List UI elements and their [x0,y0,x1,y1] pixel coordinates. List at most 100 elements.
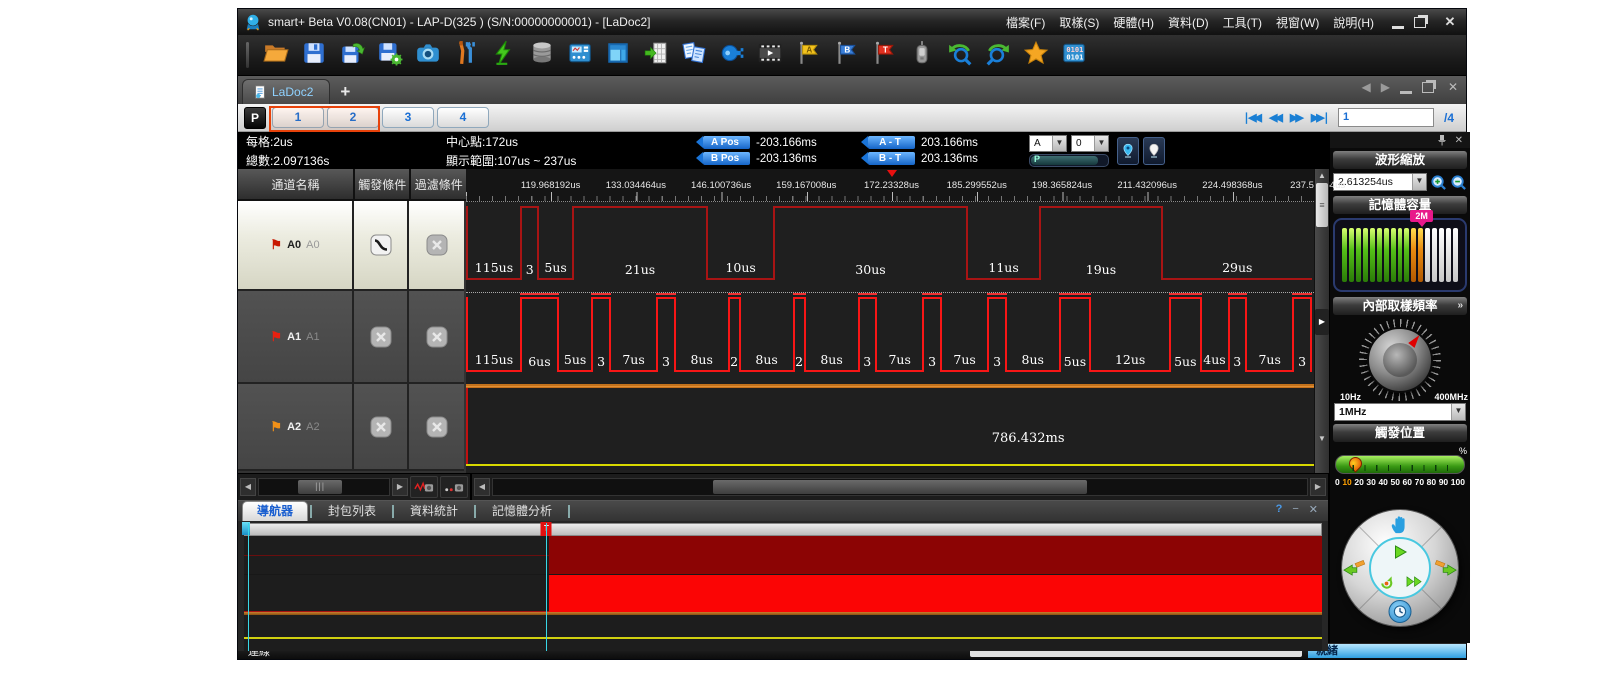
frequency-combo[interactable]: 1MHz▼ [1334,403,1466,421]
menu-item-3[interactable]: 資料(D) [1168,14,1209,31]
table-scroll-track[interactable]: ||| [258,478,390,496]
more-icon[interactable]: » [1457,297,1463,315]
flag-t-button[interactable]: T [867,39,901,71]
channel-row-a0[interactable]: ⚑A0A0 [238,201,466,291]
trigger-condition-cell[interactable] [354,201,409,291]
tab-packet-list[interactable]: 封包列表 [314,502,390,521]
time-mode-button[interactable] [1389,600,1412,623]
pan-hand-button[interactable] [1389,513,1411,535]
table-scroll-left-icon[interactable]: ◀ [240,478,256,496]
wave-scroll-handle[interactable] [713,480,1087,494]
a-t-tag[interactable]: A - T [868,136,915,149]
place-marker-button[interactable] [1143,137,1165,165]
waveform-row-a1[interactable]: 115us6us5us37us38us28us28us37us37us38us5… [466,293,1314,386]
fast-forward-button[interactable] [1406,577,1423,588]
page-button-4[interactable]: 4 [437,107,489,128]
window-layout-button[interactable] [601,39,635,71]
memory-gauge[interactable]: 2M [1333,218,1467,292]
trigger-condition-cell[interactable] [354,384,409,471]
save-settings-button[interactable] [373,39,407,71]
close-button[interactable]: ✕ [1440,15,1460,29]
state-snapshot-button[interactable] [440,476,468,498]
trigger-position-bar[interactable] [1335,455,1465,474]
export-data-button[interactable] [639,39,673,71]
filter-condition-cell[interactable] [409,201,464,291]
wave-scroll-left-icon[interactable]: ◀ [474,478,490,496]
play-button[interactable] [1392,544,1408,560]
first-page-icon[interactable]: ❘◀◀ [1242,111,1259,124]
page-number-input[interactable]: 1 [1338,108,1434,127]
tab-ladoc2[interactable]: LaDoc2 [242,79,330,104]
menu-item-2[interactable]: 硬體(H) [1113,14,1154,31]
acquire-button[interactable] [487,39,521,71]
waveform-row-a0[interactable]: 115us35us21us10us30us11us19us29us [466,202,1314,293]
panel-close-button[interactable]: ✕ [1309,503,1318,516]
channel-row-a2[interactable]: ⚑A2A2 [238,384,466,471]
doc-close-button[interactable]: ✕ [1448,80,1458,94]
page-p-button[interactable]: P [244,107,266,129]
zoom-redo-button[interactable] [981,39,1015,71]
video-record-button[interactable] [753,39,787,71]
trigger-condition-cell[interactable] [354,291,409,384]
repeat-button[interactable] [1379,575,1394,590]
probe-button[interactable] [905,39,939,71]
instrument-button[interactable] [563,39,597,71]
b-t-tag[interactable]: B - T [868,152,915,165]
sampling-frequency-knob[interactable] [1367,327,1433,393]
prev-edge-button[interactable] [1343,560,1367,576]
prev-page-icon[interactable]: ◀◀ [1269,111,1280,124]
minimize-button[interactable] [1392,16,1404,29]
compare-docs-button[interactable] [677,39,711,71]
wave-scroll-track[interactable] [492,478,1308,496]
tab-data-statistics[interactable]: 資料統計 [396,502,472,521]
flag-a-button[interactable]: A [791,39,825,71]
scroll-down-icon[interactable]: ▼ [1316,434,1328,443]
time-ruler[interactable]: 119.968192us133.034464us146.100736us159.… [466,169,1314,202]
zoom-in-button[interactable] [1429,173,1447,191]
menu-item-5[interactable]: 視窗(W) [1276,14,1319,31]
last-page-icon[interactable]: ▶▶❘ [1311,111,1328,124]
filter-condition-cell[interactable] [409,384,464,471]
scroll-up-icon[interactable]: ▲ [1316,171,1328,180]
b-pos-tag[interactable]: B Pos [703,152,750,165]
doc-minimize-button[interactable] [1400,81,1412,94]
channel-row-a1[interactable]: ⚑A1A1 [238,291,466,384]
flag-b-button[interactable]: B [829,39,863,71]
zoom-out-button[interactable] [1449,173,1467,191]
doc-restore-button[interactable] [1422,82,1434,93]
waveform-row-a2[interactable]: 786.432ms [466,386,1314,473]
binary-data-button[interactable]: 01010101 [1057,39,1091,71]
setup-tools-button[interactable] [449,39,483,71]
scroll-tabs-right-icon[interactable]: ▶ [1381,80,1390,94]
new-tab-button[interactable]: + [330,80,360,104]
trigger-position-pin[interactable] [1346,454,1364,472]
waveform-snapshot-button[interactable] [410,476,438,498]
marker-select-combo[interactable]: A▼ [1029,135,1067,152]
panel-close-icon[interactable]: ✕ [1455,135,1463,146]
save-restore-button[interactable] [335,39,369,71]
navigation-wheel[interactable] [1342,510,1458,626]
menu-item-1[interactable]: 取樣(S) [1059,14,1099,31]
memory-device-button[interactable] [525,39,559,71]
menu-item-4[interactable]: 工具(T) [1223,14,1262,31]
goto-marker-button[interactable] [1117,137,1139,165]
favorite-button[interactable] [1019,39,1053,71]
navigator-ruler[interactable] [244,523,1322,536]
a-pos-tag[interactable]: A Pos [703,136,750,149]
table-scroll-handle[interactable]: ||| [298,480,342,494]
wave-scroll-right-icon[interactable]: ▶ [1310,478,1326,496]
pushpin-icon[interactable] [1437,134,1447,146]
navigator-left-cursor[interactable] [248,523,249,651]
panel-expand-button[interactable]: ▶ [1315,309,1329,335]
restore-button[interactable] [1414,17,1426,28]
tab-navigator[interactable]: 導航器 [242,501,308,521]
zoom-value-combo[interactable]: 2.613254us▼ [1333,173,1427,191]
panel-minimize-button[interactable]: − [1292,503,1298,516]
tab-memory-analysis[interactable]: 記憶體分析 [478,502,566,521]
save-button[interactable] [297,39,331,71]
zoom-undo-button[interactable] [943,39,977,71]
table-scroll-right-icon[interactable]: ▶ [392,478,408,496]
vertical-scrollbar[interactable]: ▲ ≡ ▼ ▶ [1314,169,1329,473]
filter-condition-cell[interactable] [409,291,464,384]
menu-item-0[interactable]: 檔案(F) [1006,14,1045,31]
